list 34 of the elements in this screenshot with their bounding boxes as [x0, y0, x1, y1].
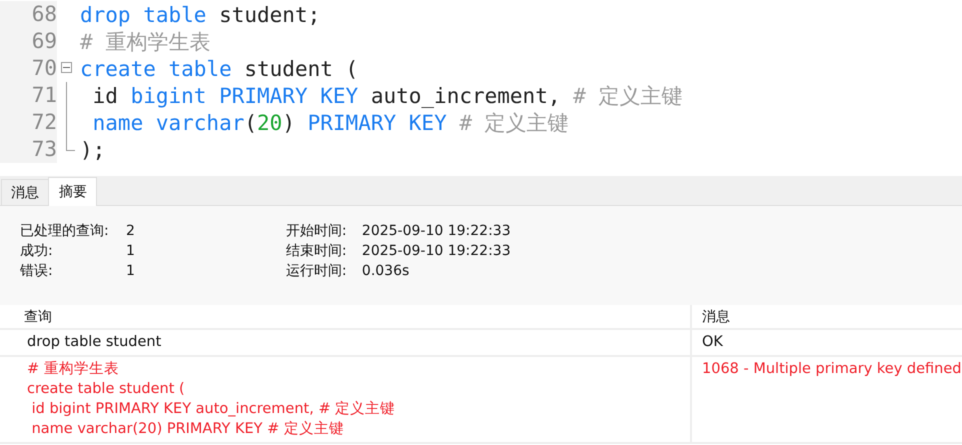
summary-label: 已处理的查询: — [20, 222, 110, 240]
line-number: 69 — [0, 28, 57, 55]
query-cell: # 重构学生表 create table student ( id bigint PRIMARY KEY auto_increment, # 定义主键 name varchar(20) PRIMARY KEY # 定义主键 — [0, 357, 690, 444]
summary-value: 1 — [126, 243, 135, 259]
summary-value: 0.036s — [362, 263, 410, 279]
summary-value: 2025-09-10 19:22:33 — [362, 243, 511, 259]
fold-end-line — [66, 136, 75, 151]
line-number: 72 — [0, 109, 57, 136]
summary-value: 1 — [126, 263, 135, 279]
line-number: 68 — [0, 1, 57, 28]
query-cell: drop table student — [0, 330, 690, 357]
line-number: 70 — [0, 55, 57, 82]
message-cell: OK — [690, 330, 962, 357]
summary-value: 2025-09-10 19:22:33 — [362, 223, 511, 239]
tab[interactable]: 消息 — [1, 179, 49, 205]
line-number: 73 — [0, 136, 57, 163]
summary-label: 错误: — [20, 262, 54, 280]
collapse-icon[interactable] — [61, 62, 72, 73]
summary-label: 开始时间: — [286, 222, 348, 240]
summary-label: 运行时间: — [286, 262, 348, 280]
code-line: id bigint PRIMARY KEY auto_increment, # 定义主键 — [92, 82, 682, 110]
summary-value: 2 — [126, 223, 135, 239]
code-line: ); — [80, 138, 106, 162]
tab[interactable]: 摘要 — [48, 177, 97, 206]
line-number: 71 — [0, 82, 57, 109]
code-line: create table student ( — [80, 56, 358, 80]
code-line: # 重构学生表 — [80, 28, 210, 56]
code-line: drop table student; — [80, 2, 320, 26]
column-header: 消息 — [690, 305, 962, 330]
column-header: 查询 — [0, 305, 690, 330]
code-line: name varchar(20) PRIMARY KEY # 定义主键 — [92, 110, 569, 136]
summary-label: 结束时间: — [286, 242, 348, 260]
message-cell: 1068 - Multiple primary key defined — [690, 357, 962, 444]
summary-label: 成功: — [20, 242, 54, 260]
